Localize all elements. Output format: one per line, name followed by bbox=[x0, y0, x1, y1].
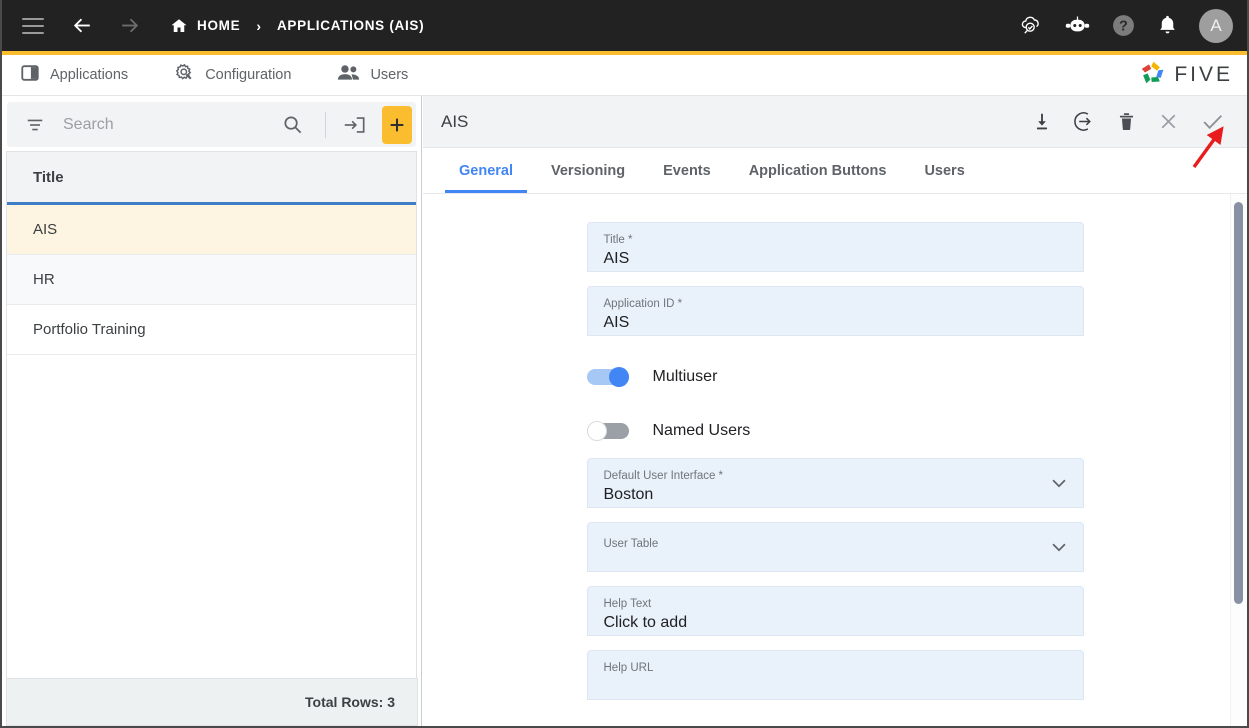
vertical-scrollbar[interactable] bbox=[1234, 202, 1243, 604]
toolbar-divider bbox=[325, 112, 326, 138]
help-text-label: Help Text bbox=[604, 597, 1067, 611]
tab-events[interactable]: Events bbox=[649, 148, 725, 193]
row-title: AIS bbox=[33, 221, 57, 238]
named-users-row: Named Users bbox=[587, 404, 1084, 458]
chevron-down-icon[interactable] bbox=[1049, 537, 1069, 557]
named-users-toggle[interactable] bbox=[587, 421, 631, 441]
toggle-knob bbox=[609, 367, 629, 387]
application-id-field-value: AIS bbox=[604, 312, 1067, 334]
detail-header: AIS bbox=[423, 96, 1247, 148]
home-icon[interactable] bbox=[170, 17, 188, 35]
tab-label: Versioning bbox=[551, 163, 625, 179]
search-bar bbox=[7, 102, 416, 147]
nav-item-configuration-label: Configuration bbox=[205, 67, 291, 83]
breadcrumb-current: APPLICATIONS (AIS) bbox=[277, 18, 424, 33]
top-header-bar: HOME › APPLICATIONS (AIS) bbox=[2, 0, 1247, 51]
detail-tabs: General Versioning Events Application Bu… bbox=[423, 148, 1247, 194]
gear-wrench-icon bbox=[174, 62, 195, 88]
tab-versioning[interactable]: Versioning bbox=[537, 148, 639, 193]
download-icon[interactable] bbox=[1031, 111, 1053, 133]
grid-column-title[interactable]: Title bbox=[33, 169, 64, 186]
cloud-search-icon[interactable] bbox=[1018, 13, 1044, 39]
import-icon[interactable] bbox=[336, 113, 372, 137]
nav-item-applications-label: Applications bbox=[50, 67, 128, 83]
grid-header-row: Title bbox=[7, 152, 416, 205]
default-user-interface-field[interactable]: Default User Interface * Boston bbox=[587, 458, 1084, 508]
breadcrumb-separator: › bbox=[256, 18, 261, 34]
application-window: HOME › APPLICATIONS (AIS) bbox=[0, 0, 1249, 728]
add-record-button[interactable] bbox=[382, 106, 412, 144]
help-icon[interactable]: ? bbox=[1111, 13, 1136, 38]
user-table-value bbox=[604, 552, 1067, 574]
search-icon[interactable] bbox=[270, 114, 315, 135]
page-title: AIS bbox=[441, 112, 468, 132]
toggle-knob bbox=[587, 421, 607, 441]
tab-application-buttons[interactable]: Application Buttons bbox=[735, 148, 901, 193]
avatar[interactable]: A bbox=[1199, 9, 1233, 43]
multiuser-row: Multiuser bbox=[587, 350, 1084, 404]
breadcrumb: HOME › APPLICATIONS (AIS) bbox=[170, 17, 424, 35]
arrow-forward-icon bbox=[117, 13, 142, 38]
arrow-back-icon[interactable] bbox=[70, 13, 95, 38]
record-detail-panel: AIS bbox=[423, 96, 1247, 726]
user-table-field[interactable]: User Table bbox=[587, 522, 1084, 572]
table-row[interactable]: AIS bbox=[7, 205, 416, 255]
users-icon bbox=[337, 63, 360, 87]
help-text-field[interactable]: Help Text Click to add bbox=[587, 586, 1084, 636]
search-input[interactable] bbox=[45, 116, 270, 134]
close-icon[interactable] bbox=[1157, 110, 1180, 133]
default-user-interface-label: Default User Interface * bbox=[604, 469, 1067, 483]
five-pinwheel-logo bbox=[1140, 59, 1167, 91]
bell-icon[interactable] bbox=[1156, 14, 1179, 37]
tab-label: Application Buttons bbox=[749, 163, 887, 179]
table-row[interactable]: Portfolio Training bbox=[7, 305, 416, 355]
applications-icon bbox=[20, 63, 40, 88]
save-check-icon[interactable] bbox=[1200, 109, 1225, 134]
general-form: Title * AIS Application ID * AIS Multius… bbox=[423, 194, 1247, 726]
row-title: HR bbox=[33, 271, 55, 288]
application-id-field-label: Application ID * bbox=[604, 297, 1067, 311]
user-table-label: User Table bbox=[604, 537, 1067, 551]
deploy-icon[interactable] bbox=[1073, 110, 1096, 133]
total-rows-label: Total Rows: 3 bbox=[305, 694, 395, 710]
title-field-value: AIS bbox=[604, 248, 1067, 270]
title-field[interactable]: Title * AIS bbox=[587, 222, 1084, 272]
nav-item-applications[interactable]: Applications bbox=[20, 63, 128, 88]
named-users-label: Named Users bbox=[653, 422, 751, 440]
help-text-value: Click to add bbox=[604, 612, 1067, 634]
help-url-field[interactable]: Help URL bbox=[587, 650, 1084, 700]
nav-item-configuration[interactable]: Configuration bbox=[174, 62, 291, 88]
breadcrumb-home[interactable]: HOME bbox=[197, 18, 240, 33]
multiuser-toggle[interactable] bbox=[587, 367, 631, 387]
svg-text:?: ? bbox=[1119, 19, 1128, 35]
help-url-value bbox=[604, 676, 1067, 698]
top-header-actions: ? A bbox=[1018, 9, 1233, 43]
tab-label: Users bbox=[924, 163, 964, 179]
filter-icon[interactable] bbox=[25, 115, 45, 135]
secondary-nav: Applications Configuration bbox=[2, 55, 1247, 96]
five-logo: FIVE bbox=[1140, 59, 1233, 91]
application-id-field[interactable]: Application ID * AIS bbox=[587, 286, 1084, 336]
records-grid: Title AIS HR Portfolio Training bbox=[6, 151, 417, 691]
robot-icon[interactable] bbox=[1064, 15, 1091, 37]
help-url-label: Help URL bbox=[604, 661, 1067, 675]
row-title: Portfolio Training bbox=[33, 321, 146, 338]
default-user-interface-value: Boston bbox=[604, 484, 1067, 506]
left-list-panel: Title AIS HR Portfolio Training Total Ro… bbox=[2, 96, 422, 726]
hamburger-icon[interactable] bbox=[22, 18, 44, 34]
nav-item-users-label: Users bbox=[370, 67, 408, 83]
title-field-label: Title * bbox=[604, 233, 1067, 247]
tab-label: General bbox=[459, 163, 513, 179]
tab-users[interactable]: Users bbox=[910, 148, 978, 193]
delete-icon[interactable] bbox=[1116, 111, 1137, 132]
tab-label: Events bbox=[663, 163, 711, 179]
nav-item-users[interactable]: Users bbox=[337, 63, 408, 87]
grid-footer: Total Rows: 3 bbox=[6, 678, 418, 726]
tab-general[interactable]: General bbox=[445, 148, 527, 193]
multiuser-label: Multiuser bbox=[653, 368, 718, 386]
chevron-down-icon[interactable] bbox=[1049, 473, 1069, 493]
five-logo-text: FIVE bbox=[1174, 63, 1233, 87]
table-row[interactable]: HR bbox=[7, 255, 416, 305]
detail-toolbar bbox=[1031, 109, 1225, 134]
